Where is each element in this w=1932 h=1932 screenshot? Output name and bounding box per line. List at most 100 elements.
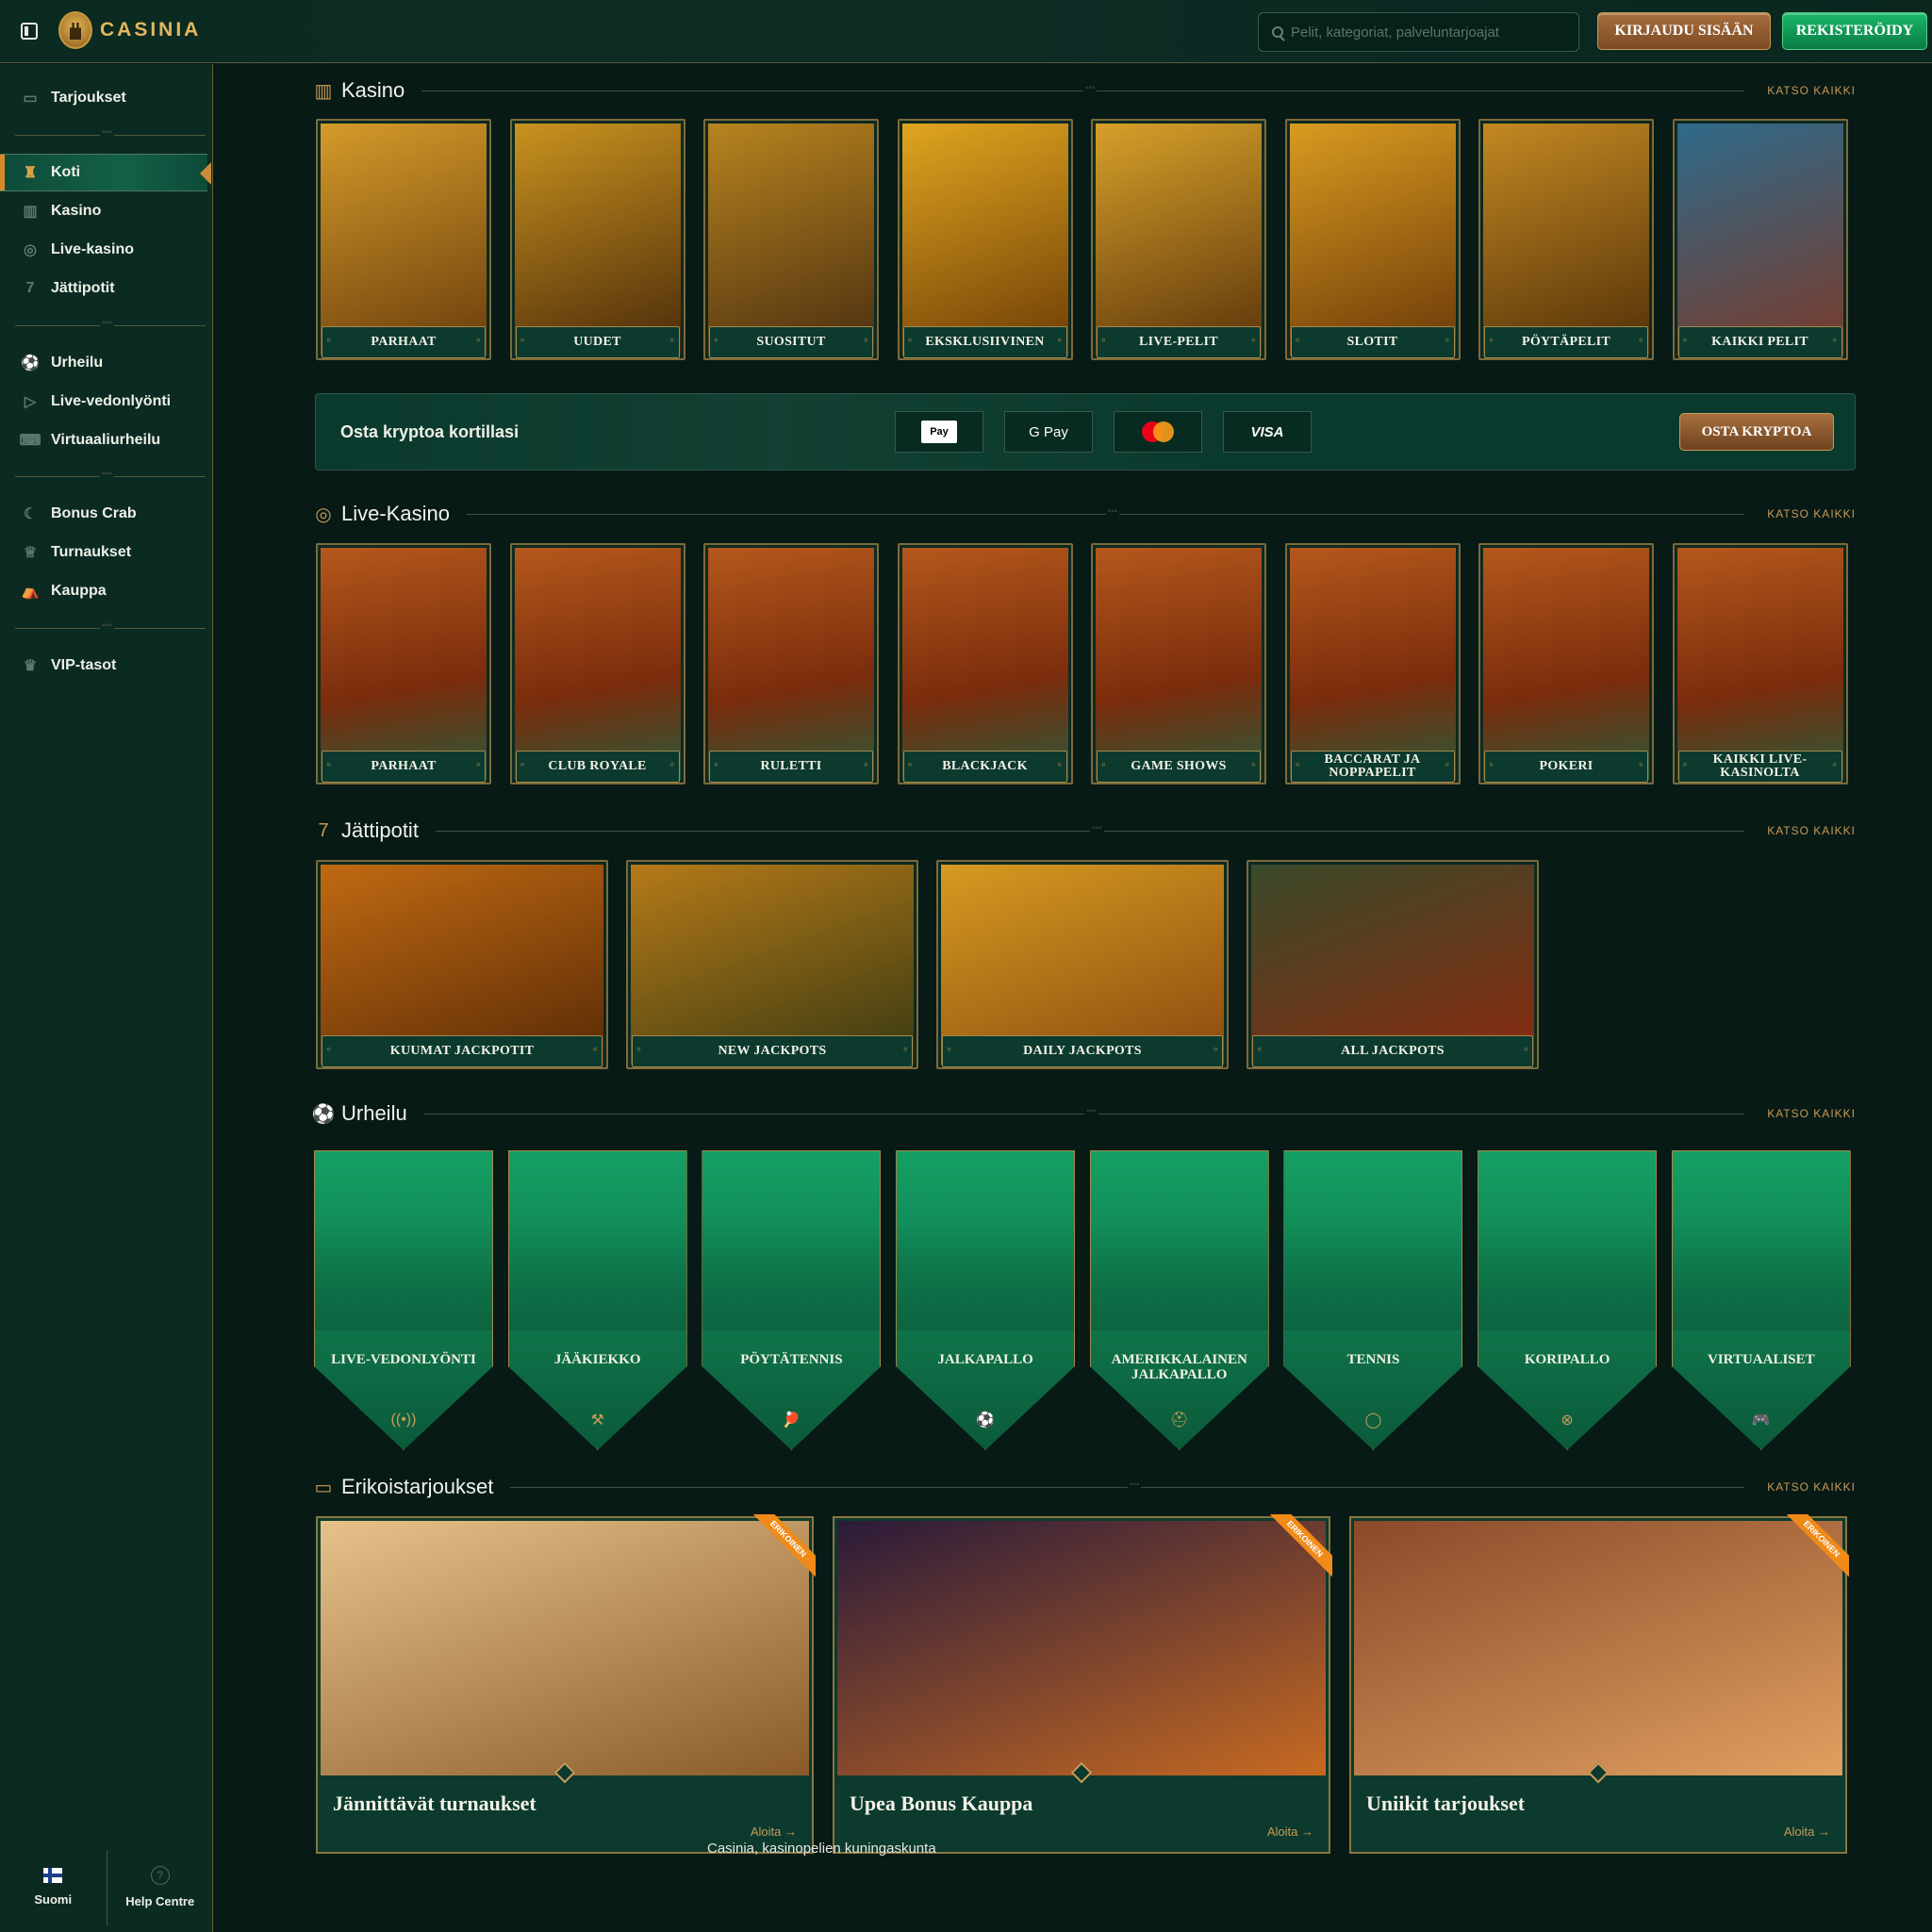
sidebar-item-koti[interactable]: ♜ Koti xyxy=(0,154,211,191)
card-image xyxy=(1289,548,1456,780)
sidebar-item-label: Tarjoukset xyxy=(51,90,126,106)
card-label: BACCARAT JA NOPPAPELIT xyxy=(1290,751,1455,783)
special-offer-card[interactable]: ERIKOINEN Upea Bonus Kauppa Aloita → xyxy=(833,1514,1332,1854)
casino-category-card[interactable]: UUDET xyxy=(509,119,685,360)
logo[interactable]: CASINIA xyxy=(58,11,201,49)
sidebar-item-kauppa[interactable]: ⛺ Kauppa xyxy=(0,572,207,610)
ribbon-label: ERIKOINEN xyxy=(1266,1514,1332,1580)
search-box[interactable] xyxy=(1258,12,1579,52)
register-button[interactable]: REKISTERÖIDY xyxy=(1782,12,1927,50)
live-casino-category-card[interactable]: CLUB ROYALE xyxy=(509,543,685,784)
live-casino-category-card[interactable]: BACCARAT JA NOPPAPELIT xyxy=(1284,543,1461,784)
chest-icon: ▭ xyxy=(23,91,38,107)
see-all-link[interactable]: KATSO KAIKKI xyxy=(1767,1107,1856,1120)
casino-category-card[interactable]: LIVE-PELIT xyxy=(1091,119,1266,360)
sport-category-card[interactable]: LIVE-VEDONLYÖNTI ((•)) xyxy=(314,1150,493,1450)
sport-category-card[interactable]: PÖYTÄTENNIS 🏓 xyxy=(702,1150,882,1450)
card-image xyxy=(1096,548,1262,780)
see-all-link[interactable]: KATSO KAIKKI xyxy=(1767,84,1856,97)
buy-crypto-banner: Osta kryptoa kortillasi Pay G Pay VISA O… xyxy=(315,393,1856,471)
casino-category-card[interactable]: KAIKKI PELIT xyxy=(1672,119,1848,360)
card-label: NEW JACKPOTS xyxy=(632,1035,913,1067)
see-all-link[interactable]: KATSO KAIKKI xyxy=(1767,507,1856,520)
sidebar-item-urheilu[interactable]: ⚽ Urheilu xyxy=(0,344,207,382)
casino-category-card[interactable]: SLOTIT xyxy=(1284,119,1461,360)
google-pay-icon: G Pay xyxy=(1029,423,1068,440)
card-image xyxy=(1676,548,1843,780)
sidebar-item-bonus-crab[interactable]: ☾ Bonus Crab xyxy=(0,495,207,533)
offer-start-link[interactable]: Aloita → xyxy=(1267,1825,1313,1839)
casino-category-card[interactable]: PARHAAT xyxy=(316,119,491,360)
live-casino-category-card[interactable]: KAIKKI LIVE-KASINOLTA xyxy=(1672,543,1848,784)
help-centre-link[interactable]: ? Help Centre xyxy=(107,1842,214,1932)
offer-start-link[interactable]: Aloita → xyxy=(751,1825,797,1839)
live-casino-category-card[interactable]: RULETTI xyxy=(703,543,879,784)
login-button[interactable]: KIRJAUDU SISÄÄN xyxy=(1597,12,1771,50)
live-casino-category-card[interactable]: POKERI xyxy=(1478,543,1654,784)
sport-category-card[interactable]: KORIPALLO ⊗ xyxy=(1478,1150,1658,1450)
language-selector[interactable]: Suomi xyxy=(0,1842,107,1932)
sidebar-item-vip-tasot[interactable]: ♛ VIP-tasot xyxy=(0,647,207,685)
sidebar-item-label: Jättipotit xyxy=(51,280,115,296)
card-label: ALL JACKPOTS xyxy=(1252,1035,1533,1067)
jackpot-category-card[interactable]: DAILY JACKPOTS xyxy=(936,860,1229,1069)
jackpot-category-card[interactable]: KUUMAT JACKPOTIT xyxy=(316,860,608,1069)
castle-icon: ♜ xyxy=(23,165,38,181)
trophy-icon: ♕ xyxy=(23,545,38,561)
card-image xyxy=(708,548,874,780)
jackpot-category-card[interactable]: NEW JACKPOTS xyxy=(626,860,918,1069)
card-label: BLACKJACK xyxy=(902,751,1067,783)
card-label: KAIKKI PELIT xyxy=(1677,326,1842,358)
section-header-kasino: ▥ Kasino KATSO KAIKKI xyxy=(313,76,1856,105)
sidebar-item-live-vedonlyonti[interactable]: ▷ Live-vedonlyönti xyxy=(0,383,207,421)
section-divider xyxy=(466,505,1745,517)
sidebar-divider xyxy=(15,469,206,479)
sidebar-item-tarjoukset[interactable]: ▭ Tarjoukset xyxy=(0,79,207,117)
sidebar-toggle-icon[interactable] xyxy=(21,23,38,40)
see-all-link[interactable]: KATSO KAIKKI xyxy=(1767,1480,1856,1494)
casino-category-card[interactable]: SUOSITUT xyxy=(703,119,879,360)
section-divider xyxy=(510,1478,1745,1490)
collapse-arrow-icon[interactable] xyxy=(200,162,211,185)
buy-crypto-button[interactable]: OSTA KRYPTOA xyxy=(1679,413,1834,451)
crab-claw-icon: ☾ xyxy=(23,506,38,522)
offer-image xyxy=(321,1521,809,1775)
sidebar-item-live-kasino[interactable]: ◎ Live-kasino xyxy=(0,231,207,269)
jackpot-category-card[interactable]: ALL JACKPOTS xyxy=(1247,860,1539,1069)
crown-icon: ♛ xyxy=(23,658,38,674)
live-casino-category-card[interactable]: GAME SHOWS xyxy=(1091,543,1266,784)
search-input[interactable] xyxy=(1291,24,1564,41)
sidebar-item-label: Live-vedonlyönti xyxy=(51,393,172,409)
section-title: Live-Kasino xyxy=(341,502,450,525)
chip-icon: ◎ xyxy=(315,504,332,525)
card-label: DAILY JACKPOTS xyxy=(942,1035,1223,1067)
sidebar-item-virtuaaliurheilu[interactable]: ⌨ Virtuaaliurheilu xyxy=(0,421,207,459)
section-title: Urheilu xyxy=(341,1101,407,1125)
casino-category-card[interactable]: PÖYTÄPELIT xyxy=(1478,119,1654,360)
special-offer-card[interactable]: ERIKOINEN Jännittävät turnaukset Aloita → xyxy=(316,1514,816,1854)
casino-category-card[interactable]: EKSKLUSIIVINEN xyxy=(897,119,1073,360)
slot-machine-icon: ▥ xyxy=(314,80,333,102)
finland-flag-icon xyxy=(43,1868,63,1883)
special-ribbon: ERIKOINEN xyxy=(1266,1514,1332,1580)
sidebar-item-jattipotit[interactable]: 7 Jättipotit xyxy=(0,270,207,307)
sport-category-card[interactable]: TENNIS ◯ xyxy=(1283,1150,1463,1450)
special-offer-card[interactable]: ERIKOINEN Uniikit tarjoukset Aloita → xyxy=(1349,1514,1849,1854)
castle-logo-icon xyxy=(58,11,92,49)
see-all-link[interactable]: KATSO KAIKKI xyxy=(1767,824,1856,837)
live-casino-category-card[interactable]: BLACKJACK xyxy=(897,543,1073,784)
offer-start-link[interactable]: Aloita → xyxy=(1784,1825,1830,1839)
sport-category-card[interactable]: JÄÄKIEKKO ⚒ xyxy=(507,1150,687,1450)
sport-category-card[interactable]: AMERIKKALAINEN JALKAPALLO ⛑ xyxy=(1089,1150,1269,1450)
sport-label: JALKAPALLO xyxy=(937,1352,1033,1367)
live-casino-category-card[interactable]: PARHAAT xyxy=(316,543,491,784)
slot-machine-icon: ▥ xyxy=(23,204,38,220)
card-label: UUDET xyxy=(515,326,680,358)
card-label: GAME SHOWS xyxy=(1097,751,1261,783)
offer-title: Jännittävät turnaukset xyxy=(333,1792,537,1815)
sport-category-card[interactable]: VIRTUAALISET 🎮 xyxy=(1671,1150,1851,1450)
sidebar-item-turnaukset[interactable]: ♕ Turnaukset xyxy=(0,534,207,571)
sidebar-item-kasino[interactable]: ▥ Kasino xyxy=(0,192,207,230)
sport-category-card[interactable]: JALKAPALLO ⚽ xyxy=(896,1150,1076,1450)
help-label: Help Centre xyxy=(125,1894,195,1908)
